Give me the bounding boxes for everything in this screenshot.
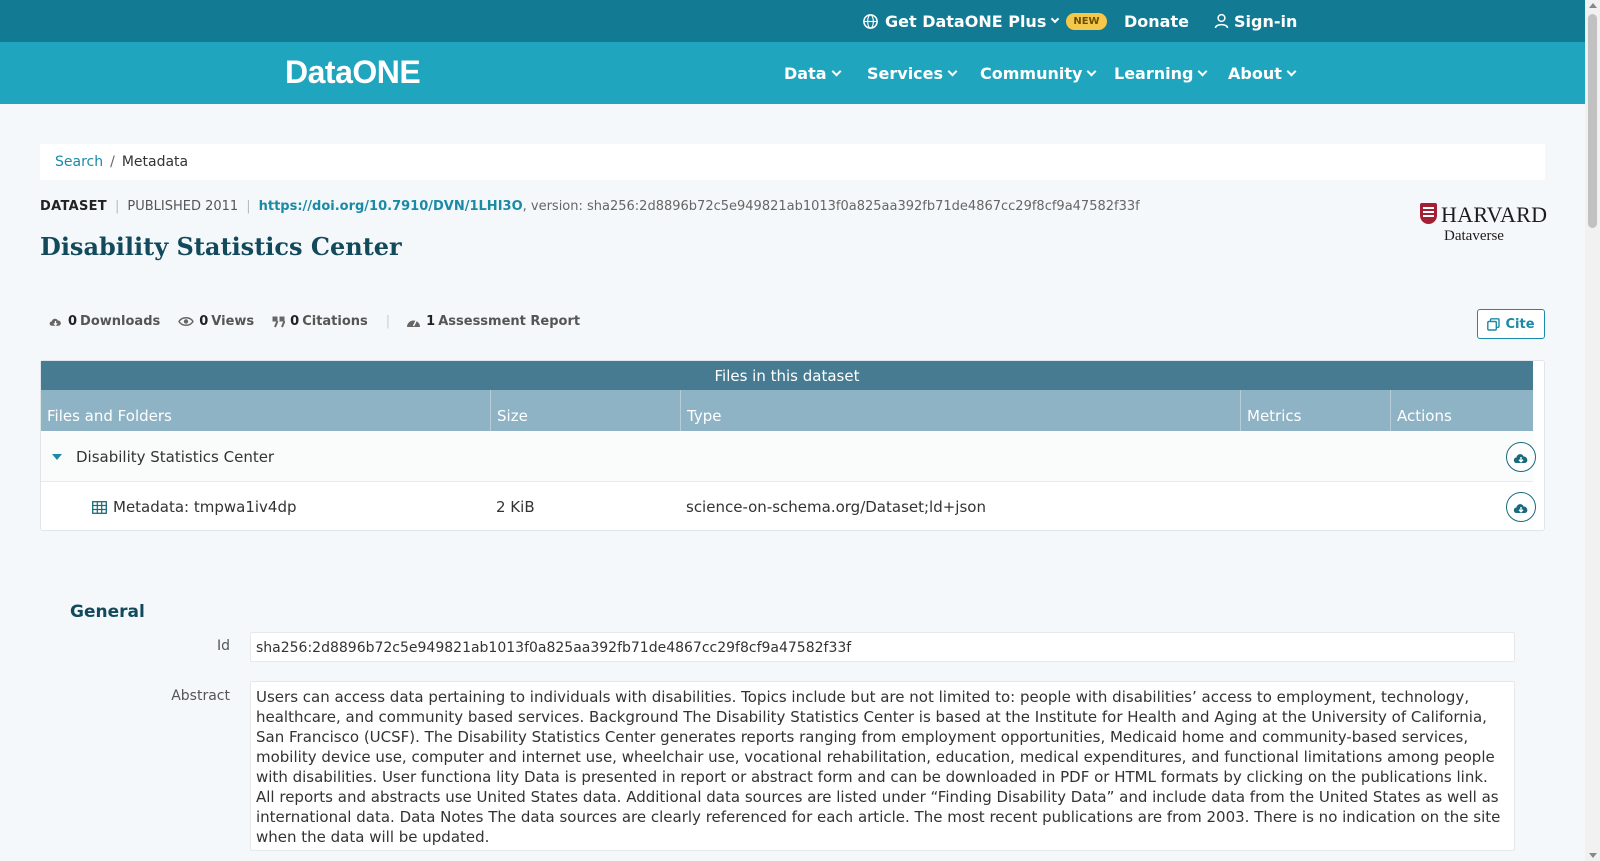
column-header-files[interactable]: Files and Folders — [41, 390, 490, 431]
nav-learning-label: Learning — [1114, 63, 1194, 83]
chevron-down-icon — [947, 66, 958, 76]
divider: | — [246, 199, 251, 214]
views-count: 0 — [199, 314, 209, 329]
breadcrumb-current: Metadata — [121, 154, 189, 170]
file-name-cell[interactable]: Metadata: tmpwa1iv4dp — [92, 482, 297, 532]
breadcrumb: Search / Metadata — [40, 144, 1545, 180]
repository-logo-line1: HARVARD — [1441, 202, 1548, 227]
column-header-metrics[interactable]: Metrics — [1240, 390, 1390, 431]
scrollbar-thumb[interactable] — [1588, 14, 1597, 228]
donate-link[interactable]: Donate — [1124, 0, 1189, 42]
nav-community-label: Community — [980, 63, 1083, 83]
user-icon — [1214, 13, 1229, 29]
assessment-metric[interactable]: 1 Assessment Report — [406, 314, 580, 329]
main-navbar: DataONE Data Services Community Learning… — [0, 42, 1585, 104]
nav-about[interactable]: About — [1228, 42, 1297, 104]
citations-metric[interactable]: 0 Citations — [272, 314, 368, 329]
files-table-caption: Files in this dataset — [41, 361, 1533, 390]
divider: | — [385, 314, 391, 329]
nav-community[interactable]: Community — [980, 42, 1097, 104]
dataset-type-label: DATASET — [40, 199, 107, 214]
download-cloud-icon — [49, 318, 61, 326]
files-table-header: Files and Folders Size Type Metrics Acti… — [41, 390, 1533, 431]
scroll-up-icon[interactable] — [1589, 3, 1597, 8]
dataset-meta-line: DATASET | PUBLISHED 2011 | https://doi.o… — [40, 199, 1140, 214]
copy-icon — [1487, 317, 1501, 331]
chevron-down-icon — [1051, 14, 1060, 24]
abstract-label: Abstract — [171, 688, 230, 704]
file-size: 2 KiB — [496, 498, 535, 516]
column-header-actions[interactable]: Actions — [1390, 390, 1533, 431]
page-title: Disability Statistics Center — [40, 232, 402, 261]
caret-down-icon — [52, 454, 62, 460]
doi-link[interactable]: https://doi.org/10.7910/DVN/1LHI3O — [259, 199, 523, 214]
nav-data-label: Data — [784, 63, 827, 83]
repository-logo-line2: Dataverse — [1444, 228, 1504, 244]
column-header-size[interactable]: Size — [490, 390, 680, 431]
metrics-row: 0 Downloads 0 Views 0 Citations | 1 Asse… — [48, 314, 598, 329]
assessment-count: 1 — [426, 314, 436, 329]
nav-services[interactable]: Services — [867, 42, 958, 104]
download-cloud-icon — [1513, 453, 1528, 463]
chevron-down-icon — [1286, 66, 1297, 76]
nav-learning[interactable]: Learning — [1114, 42, 1208, 104]
table-row-folder[interactable]: Disability Statistics Center — [41, 432, 1536, 482]
quote-icon — [272, 316, 286, 327]
file-type: science-on-schema.org/Dataset;ld+json — [686, 498, 986, 516]
downloads-label: Downloads — [80, 314, 161, 329]
nav-data[interactable]: Data — [784, 42, 841, 104]
gauge-icon — [407, 320, 421, 327]
new-badge: NEW — [1066, 12, 1107, 30]
files-table: Files in this dataset Files and Folders … — [40, 360, 1545, 531]
abstract-value: Users can access data pertaining to indi… — [250, 681, 1515, 851]
published-label: PUBLISHED 2011 — [127, 199, 239, 214]
chevron-down-icon — [1198, 66, 1208, 76]
globe-icon — [863, 13, 878, 29]
nav-services-label: Services — [867, 63, 944, 83]
breadcrumb-separator: / — [110, 154, 115, 170]
chevron-down-icon — [831, 66, 841, 76]
dataone-logo[interactable]: DataONE — [285, 54, 421, 91]
downloads-count: 0 — [68, 314, 78, 329]
eye-icon — [178, 317, 195, 326]
folder-name[interactable]: Disability Statistics Center — [76, 432, 274, 482]
id-label: Id — [216, 638, 230, 654]
page-scrollbar[interactable] — [1585, 0, 1600, 861]
citations-label: Citations — [302, 314, 368, 329]
download-folder-button[interactable] — [1506, 442, 1536, 472]
general-section-title: General — [70, 602, 145, 622]
cite-button[interactable]: Cite — [1477, 309, 1545, 339]
column-header-type[interactable]: Type — [680, 390, 1240, 431]
citations-count: 0 — [290, 314, 300, 329]
views-label: Views — [211, 314, 255, 329]
cite-label: Cite — [1505, 316, 1535, 332]
table-row-file[interactable]: Metadata: tmpwa1iv4dp 2 KiB science-on-s… — [41, 482, 1536, 532]
chevron-down-icon — [1086, 66, 1097, 76]
sign-in-label: Sign-in — [1234, 11, 1298, 31]
sign-in-link[interactable]: Sign-in — [1214, 0, 1297, 42]
logo-text: DataONE — [285, 54, 421, 90]
scroll-down-icon[interactable] — [1589, 853, 1597, 858]
top-utility-bar: Get DataONE Plus NEW Donate Sign-in — [0, 0, 1585, 42]
divider: | — [114, 199, 120, 214]
harvard-shield-icon — [1420, 203, 1437, 224]
breadcrumb-search-link[interactable]: Search — [55, 154, 103, 170]
file-name: Metadata: tmpwa1iv4dp — [113, 498, 297, 516]
download-cloud-icon — [1513, 503, 1528, 513]
table-icon — [92, 500, 107, 514]
id-value: sha256:2d8896b72c5e949821ab1013f0a825aa3… — [250, 632, 1515, 662]
get-dataone-plus-menu[interactable]: Get DataONE Plus NEW — [862, 0, 1107, 42]
version-text: , version: sha256:2d8896b72c5e949821ab10… — [522, 199, 1140, 214]
assessment-label: Assessment Report — [438, 314, 581, 329]
get-dataone-plus-label: Get DataONE Plus — [885, 11, 1047, 31]
views-metric[interactable]: 0 Views — [178, 314, 254, 329]
download-file-button[interactable] — [1506, 492, 1536, 522]
downloads-metric[interactable]: 0 Downloads — [48, 314, 160, 329]
expand-folder-toggle[interactable] — [52, 432, 62, 482]
nav-about-label: About — [1228, 63, 1282, 83]
